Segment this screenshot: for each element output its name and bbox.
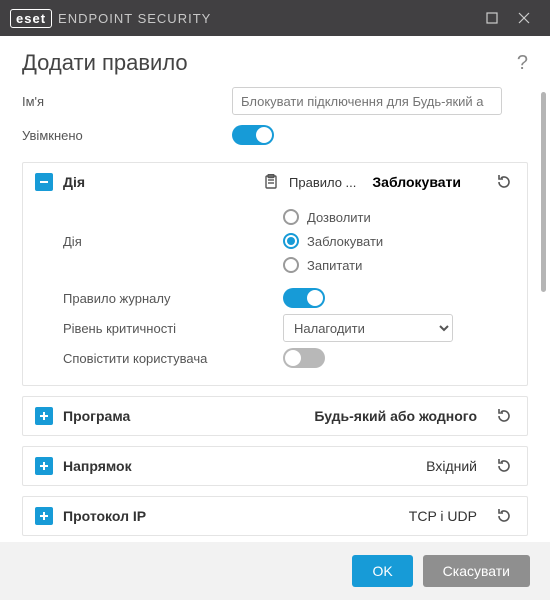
expand-icon[interactable] — [35, 507, 53, 525]
product-name: ENDPOINT SECURITY — [58, 11, 211, 26]
radio-allow[interactable]: Дозволити — [283, 205, 515, 229]
enabled-label: Увімкнено — [22, 128, 232, 143]
app-logo: eset ENDPOINT SECURITY — [10, 9, 476, 28]
scrollbar[interactable] — [541, 92, 546, 292]
section-dir-header[interactable]: Напрямок Вхідний — [23, 447, 527, 485]
section-proto-header[interactable]: Протокол IP TCP і UDP — [23, 497, 527, 535]
enabled-row: Увімкнено — [22, 118, 528, 152]
cancel-button[interactable]: Скасувати — [423, 555, 530, 587]
help-icon[interactable]: ? — [517, 52, 528, 75]
block-text: Заблокувати — [372, 174, 461, 190]
enabled-toggle[interactable] — [232, 125, 274, 145]
ok-button[interactable]: OK — [352, 555, 412, 587]
rule-text: Правило ... — [289, 175, 362, 190]
window-close-button[interactable] — [508, 2, 540, 34]
reset-icon[interactable] — [493, 458, 515, 474]
section-proto-title: Протокол IP — [63, 508, 399, 524]
radio-block[interactable]: Заблокувати — [283, 229, 515, 253]
window-maximize-button[interactable] — [476, 2, 508, 34]
section-app: Програма Будь-який або жодного — [22, 396, 528, 436]
expand-icon[interactable] — [35, 457, 53, 475]
section-proto-value: TCP і UDP — [409, 508, 483, 524]
section-action-title: Дія — [63, 174, 253, 190]
name-label: Ім'я — [22, 94, 232, 109]
severity-select[interactable]: Налагодити — [283, 314, 453, 342]
footer: OK Скасувати — [0, 542, 550, 600]
page-header: Додати правило ? — [0, 36, 550, 84]
reset-icon[interactable] — [493, 174, 515, 190]
name-row: Ім'я — [22, 84, 528, 118]
reset-icon[interactable] — [493, 508, 515, 524]
clipboard-icon — [263, 174, 279, 190]
severity-label: Рівень критичності — [63, 321, 283, 336]
log-rule-label: Правило журналу — [63, 291, 283, 306]
notify-toggle[interactable] — [283, 348, 325, 368]
expand-icon[interactable] — [35, 407, 53, 425]
section-proto: Протокол IP TCP і UDP — [22, 496, 528, 536]
section-dir: Напрямок Вхідний — [22, 446, 528, 486]
section-action: Дія Правило ... Заблокувати Дія Дозволит… — [22, 162, 528, 386]
section-dir-title: Напрямок — [63, 458, 416, 474]
collapse-icon[interactable] — [35, 173, 53, 191]
action-label: Дія — [63, 234, 283, 249]
radio-ask[interactable]: Запитати — [283, 253, 515, 277]
section-app-header[interactable]: Програма Будь-який або жодного — [23, 397, 527, 435]
section-app-title: Програма — [63, 408, 304, 424]
section-app-value: Будь-який або жодного — [314, 408, 483, 424]
reset-icon[interactable] — [493, 408, 515, 424]
notify-label: Сповістити користувача — [63, 351, 283, 366]
log-rule-toggle[interactable] — [283, 288, 325, 308]
section-action-body: Дія Дозволити Заблокувати Запитати — [23, 201, 527, 385]
name-input[interactable] — [232, 87, 502, 115]
title-bar: eset ENDPOINT SECURITY — [0, 0, 550, 36]
brand-name: eset — [10, 9, 52, 28]
section-dir-value: Вхідний — [426, 458, 483, 474]
page-title: Додати правило — [22, 50, 517, 76]
section-action-header[interactable]: Дія Правило ... Заблокувати — [23, 163, 527, 201]
form-body: Ім'я Увімкнено Дія Правило ... Заблокува… — [0, 84, 550, 554]
